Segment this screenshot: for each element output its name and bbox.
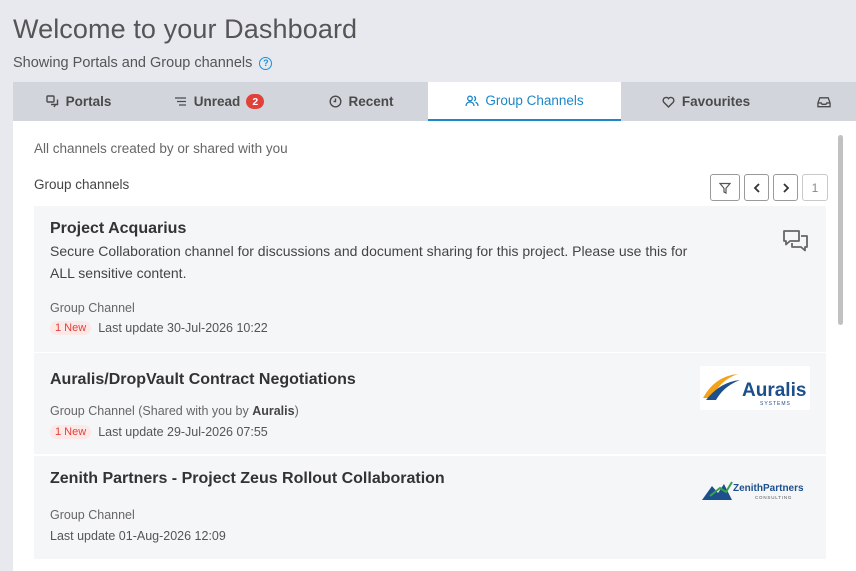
tab-recent[interactable]: Recent bbox=[294, 82, 428, 121]
channel-type-suffix: ) bbox=[294, 404, 299, 418]
tab-group-channels-label: Group Channels bbox=[485, 93, 584, 108]
channel-card[interactable]: Auralis/DropVault Contract Negotiations … bbox=[34, 353, 826, 454]
svg-text:ZenithPartners: ZenithPartners bbox=[733, 483, 804, 494]
channel-update-row: 1 New Last update 30-Jul-2026 10:22 bbox=[50, 321, 268, 335]
page-number: 1 bbox=[802, 174, 828, 201]
help-icon[interactable]: ? bbox=[259, 56, 273, 70]
page-title: Welcome to your Dashboard bbox=[13, 14, 358, 44]
section-label: Group channels bbox=[34, 177, 130, 192]
list-toolbar: 1 bbox=[710, 174, 828, 201]
channel-title[interactable]: Project Acquarius bbox=[50, 220, 186, 238]
tab-recent-label: Recent bbox=[348, 94, 394, 109]
channel-type-prefix: Group Channel (Shared with you by bbox=[50, 404, 253, 418]
channel-title[interactable]: Zenith Partners - Project Zeus Rollout C… bbox=[50, 470, 445, 488]
last-update: Last update 30-Jul-2026 10:22 bbox=[98, 321, 268, 335]
tab-group-channels[interactable]: Group Channels bbox=[428, 82, 621, 121]
panel-description: All channels created by or shared with y… bbox=[34, 141, 288, 156]
tab-portals-label: Portals bbox=[65, 94, 112, 109]
vertical-scrollbar[interactable] bbox=[836, 131, 844, 571]
svg-text:Auralis: Auralis bbox=[742, 380, 806, 401]
svg-text:SYSTEMS: SYSTEMS bbox=[760, 401, 791, 407]
next-page-button[interactable] bbox=[773, 174, 798, 201]
channel-title[interactable]: Auralis/DropVault Contract Negotiations bbox=[50, 371, 356, 389]
tab-favourites[interactable]: Favourites bbox=[621, 82, 791, 121]
chevron-left-icon bbox=[753, 182, 760, 193]
previous-page-button[interactable] bbox=[744, 174, 769, 201]
group-channels-panel: All channels created by or shared with y… bbox=[13, 121, 856, 571]
tab-bar: Portals Unread 2 Recent Group Channels F… bbox=[13, 82, 856, 121]
page-subtitle-text: Showing Portals and Group channels bbox=[13, 55, 253, 71]
svg-text:CONSULTING: CONSULTING bbox=[755, 495, 792, 500]
chevron-right-icon bbox=[782, 182, 789, 193]
zenith-partners-logo: ZenithPartners CONSULTING bbox=[700, 466, 810, 510]
channel-update-row: Last update 01-Aug-2026 12:09 bbox=[50, 529, 226, 543]
chat-icon bbox=[782, 228, 810, 256]
new-badge: 1 New bbox=[50, 425, 92, 439]
tab-favourites-label: Favourites bbox=[681, 94, 751, 109]
inbox-icon bbox=[816, 95, 831, 109]
unread-count-badge: 2 bbox=[246, 94, 265, 109]
last-update: Last update 01-Aug-2026 12:09 bbox=[50, 529, 226, 543]
portals-icon bbox=[46, 95, 60, 109]
new-badge: 1 New bbox=[50, 321, 92, 335]
shared-by: Auralis bbox=[252, 404, 295, 418]
list-icon bbox=[174, 95, 188, 109]
last-update: Last update 29-Jul-2026 07:55 bbox=[98, 425, 268, 439]
tab-unread[interactable]: Unread 2 bbox=[144, 82, 294, 121]
channel-type: Group Channel bbox=[50, 301, 135, 315]
channel-card[interactable]: Project Acquarius Secure Collaboration c… bbox=[34, 206, 826, 352]
users-icon bbox=[465, 94, 479, 108]
filter-icon bbox=[719, 182, 731, 194]
filter-button[interactable] bbox=[710, 174, 740, 201]
auralis-logo: Auralis SYSTEMS bbox=[700, 366, 810, 410]
scrollbar-thumb[interactable] bbox=[838, 135, 843, 325]
page-subtitle: Showing Portals and Group channels ? bbox=[13, 55, 273, 71]
tab-unread-label: Unread bbox=[193, 94, 241, 109]
clock-icon bbox=[328, 95, 342, 109]
channel-card[interactable]: Zenith Partners - Project Zeus Rollout C… bbox=[34, 456, 826, 559]
channel-update-row: 1 New Last update 29-Jul-2026 07:55 bbox=[50, 425, 268, 439]
channel-description: Secure Collaboration channel for discuss… bbox=[50, 243, 688, 281]
channel-type: Group Channel (Shared with you by Aurali… bbox=[50, 404, 299, 418]
tab-inbox[interactable] bbox=[791, 82, 856, 121]
heart-icon bbox=[662, 95, 676, 109]
channel-type: Group Channel bbox=[50, 508, 135, 522]
tab-portals[interactable]: Portals bbox=[13, 82, 144, 121]
